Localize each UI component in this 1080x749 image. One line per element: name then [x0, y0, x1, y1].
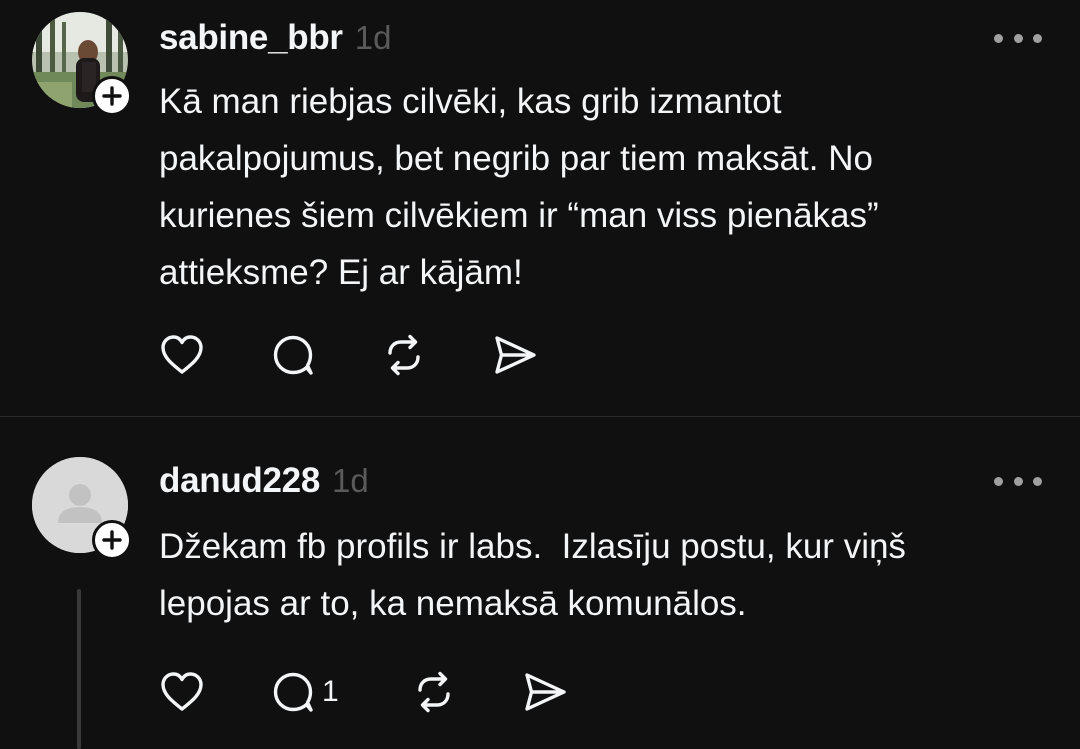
share-icon	[495, 336, 536, 374]
comment-icon	[273, 335, 313, 375]
repost-icon	[388, 334, 420, 376]
heart-icon	[161, 672, 203, 711]
repost-button[interactable]	[381, 330, 427, 380]
timestamp: 1d	[354, 19, 392, 56]
timestamp: 1d	[331, 462, 369, 499]
thread-line	[77, 589, 81, 749]
reply-button[interactable]: 1	[270, 667, 339, 717]
more-icon	[994, 476, 1003, 486]
username[interactable]: danud228	[159, 461, 320, 501]
post-header: sabine_bbr 1d	[159, 18, 391, 58]
follow-button[interactable]	[92, 520, 132, 560]
more-button[interactable]	[994, 28, 1042, 48]
share-button[interactable]	[522, 667, 568, 717]
comment-icon	[273, 672, 313, 712]
post-header: danud228 1d	[159, 461, 369, 501]
more-button[interactable]	[994, 471, 1042, 491]
repost-icon	[418, 671, 450, 713]
heart-icon	[161, 335, 203, 374]
more-icon	[994, 33, 1003, 43]
plus-icon	[102, 86, 122, 106]
post-text: Džekam fb profils ir labs. Izlasīju post…	[159, 527, 906, 623]
reply-button[interactable]	[270, 330, 322, 380]
like-button[interactable]	[159, 667, 205, 717]
follow-button[interactable]	[92, 76, 132, 116]
share-button[interactable]	[492, 330, 538, 380]
post-card: sabine_bbr 1d Kā man riebjas cilvēki, ka…	[0, 0, 1080, 416]
share-icon	[525, 673, 566, 711]
reply-count: 1	[322, 675, 339, 708]
username[interactable]: sabine_bbr	[159, 18, 343, 58]
plus-icon	[102, 530, 122, 550]
repost-button[interactable]	[411, 667, 457, 717]
post-text: Kā man riebjas cilvēki, kas grib izmanto…	[159, 82, 879, 292]
post-card: danud228 1d Džekam fb profils ir labs. I…	[0, 417, 1080, 749]
like-button[interactable]	[159, 330, 205, 380]
